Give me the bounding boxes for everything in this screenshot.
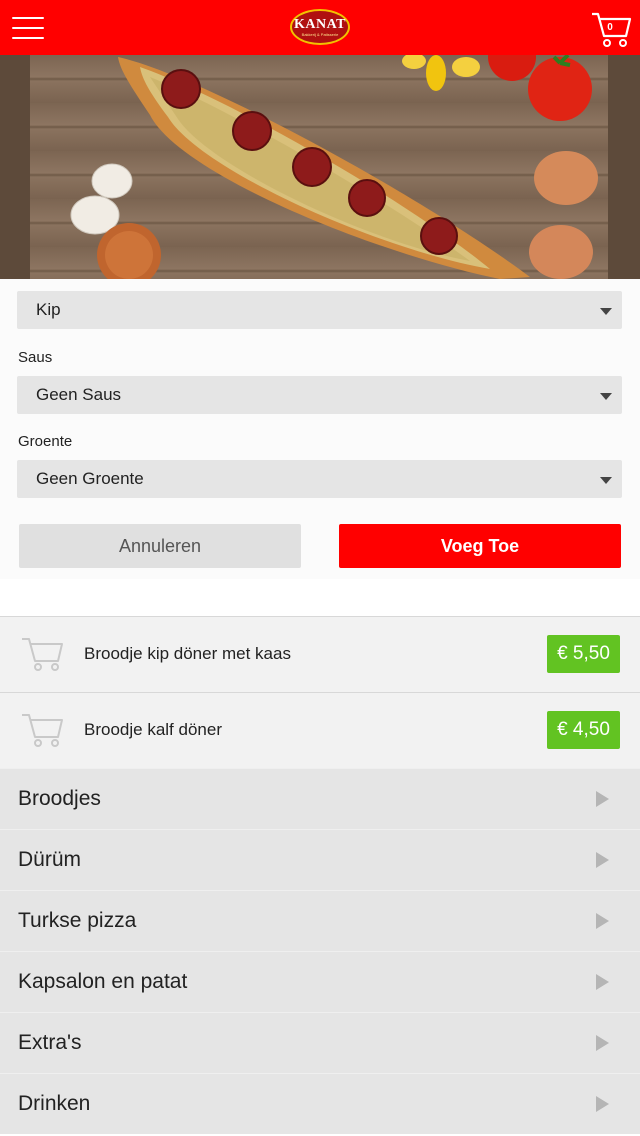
chevron-right-icon [596, 852, 609, 868]
category-label: Extra's [18, 1031, 82, 1054]
category-label: Turkse pizza [18, 909, 137, 932]
logo-text: KANAT [293, 16, 347, 32]
product-name: Broodje kip döner met kaas [84, 644, 291, 663]
category-label: Drinken [18, 1092, 91, 1115]
vegetable-label: Groente [18, 433, 73, 450]
vegetable-select[interactable]: Geen Groente [17, 460, 622, 498]
cart-icon [20, 709, 66, 749]
cart-icon [20, 633, 66, 673]
price-badge[interactable]: € 5,50 [547, 635, 620, 673]
shopping-cart-icon[interactable]: 0 [590, 10, 634, 48]
product-row[interactable]: Broodje kalf döner € 4,50 [0, 692, 640, 768]
chevron-right-icon [596, 1035, 609, 1051]
product-row[interactable]: Broodje kip döner met kaas € 5,50 [0, 616, 640, 692]
sauce-select-value: Geen Saus [36, 385, 122, 404]
cancel-button[interactable]: Annuleren [19, 524, 301, 568]
category-durum[interactable]: Dürüm [0, 829, 640, 890]
category-drinken[interactable]: Drinken [0, 1073, 640, 1134]
meat-select-value: Kip [36, 300, 61, 319]
add-button[interactable]: Voeg Toe [339, 524, 621, 568]
hamburger-icon[interactable] [12, 15, 44, 41]
chevron-down-icon [600, 477, 612, 484]
logo-subtext: Bakkerij & Patisserie [301, 31, 339, 37]
category-broodjes[interactable]: Broodjes [0, 768, 640, 829]
price-badge[interactable]: € 4,50 [547, 711, 620, 749]
chevron-down-icon [600, 308, 612, 315]
cart-count: 0 [607, 22, 613, 33]
category-label: Dürüm [18, 848, 82, 871]
chevron-down-icon [600, 393, 612, 400]
sauce-select[interactable]: Geen Saus [17, 376, 622, 414]
chevron-right-icon [596, 974, 609, 990]
sauce-label: Saus [18, 349, 53, 366]
app-header: KANAT Bakkerij & Patisserie 0 [0, 0, 640, 55]
category-turkse-pizza[interactable]: Turkse pizza [0, 890, 640, 951]
category-extras[interactable]: Extra's [0, 1012, 640, 1073]
product-name: Broodje kalf döner [84, 720, 222, 739]
meat-select[interactable]: Kip [17, 291, 622, 329]
hero-image [0, 55, 640, 279]
category-label: Kapsalon en patat [18, 970, 188, 993]
chevron-right-icon [596, 791, 609, 807]
chevron-right-icon [596, 913, 609, 929]
chevron-right-icon [596, 1096, 609, 1112]
category-label: Broodjes [18, 787, 101, 810]
vegetable-select-value: Geen Groente [36, 469, 144, 488]
category-kapsalon-en-patat[interactable]: Kapsalon en patat [0, 951, 640, 1012]
kanat-logo[interactable]: KANAT Bakkerij & Patisserie [290, 9, 350, 45]
